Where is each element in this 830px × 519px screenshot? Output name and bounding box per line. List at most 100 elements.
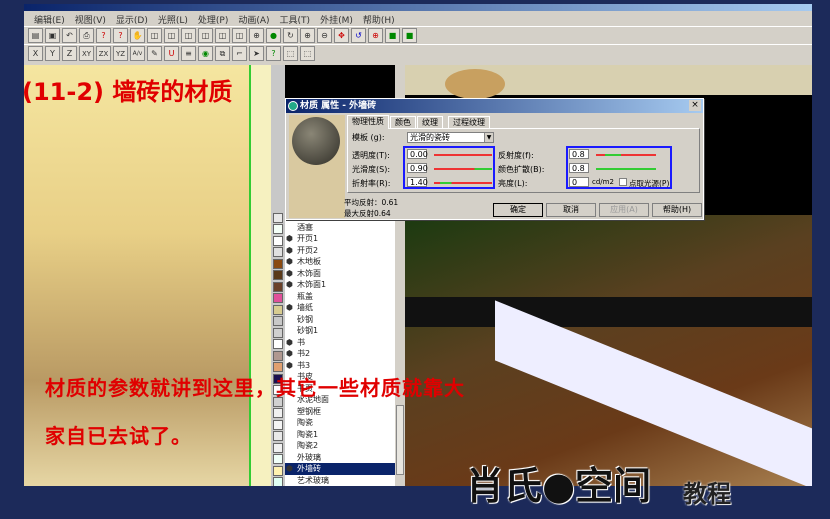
tab-physical[interactable]: 物理性质 [347, 115, 389, 129]
orbit-icon[interactable]: ↺ [351, 28, 366, 43]
plane-zx-button[interactable]: ZX [96, 46, 111, 61]
open-icon[interactable]: ▤ [28, 28, 43, 43]
select-window-icon[interactable]: ⬚ [300, 46, 315, 61]
pan-icon[interactable]: ✋ [130, 28, 145, 43]
material-list-item[interactable]: ⬢ 外墙砖 [285, 463, 395, 475]
axis-x-button[interactable]: X [28, 46, 43, 61]
tab-texture[interactable]: 纹理 [417, 116, 443, 128]
material-list-item[interactable]: ⬢ 木饰面1 [285, 279, 395, 291]
palette-icon[interactable]: ✎ [147, 46, 162, 61]
walk-icon[interactable]: ● [266, 28, 281, 43]
magnet-icon[interactable]: U [164, 46, 179, 61]
material-list-item[interactable]: 陶瓷 [285, 417, 395, 429]
material-list-item[interactable]: ⬢ 书3 [285, 360, 395, 372]
reflectance-label: 反射度(f): [498, 151, 534, 160]
reflectance-input[interactable]: 0.8 [569, 149, 589, 159]
print-icon[interactable]: ⎙ [79, 28, 94, 43]
material-list-item[interactable]: 陶瓷1 [285, 429, 395, 441]
menu-edit[interactable]: 编辑(E) [34, 13, 65, 26]
luminance-input[interactable]: 0 [569, 177, 589, 187]
menu-animation[interactable]: 动画(A) [238, 13, 269, 26]
material-list-item[interactable]: 艺术玻璃 [285, 475, 395, 487]
axis-y-button[interactable]: Y [45, 46, 60, 61]
select-window-icon[interactable]: ⬚ [283, 46, 298, 61]
view-cube-icon[interactable]: ◫ [164, 28, 179, 43]
axis-z-button[interactable]: Z [62, 46, 77, 61]
render-icon[interactable]: ■ [385, 28, 400, 43]
material-list-item[interactable]: ⬢ 木地板 [285, 256, 395, 268]
pick-light-checkbox[interactable] [619, 178, 627, 186]
refraction-slider[interactable] [434, 182, 492, 184]
menu-view[interactable]: 视图(V) [75, 13, 106, 26]
zoom-in-icon[interactable]: ⊕ [300, 28, 315, 43]
material-list-item[interactable]: ⬢ 墙纸 [285, 302, 395, 314]
material-name: 外墙砖 [297, 464, 321, 474]
material-list-item[interactable]: ⬢ 书 [285, 337, 395, 349]
color-bleed-input[interactable]: 0.8 [569, 163, 589, 173]
context-help-icon[interactable]: ? [113, 28, 128, 43]
help-icon[interactable]: ? [96, 28, 111, 43]
view-cube-icon[interactable]: ◫ [147, 28, 162, 43]
smoothness-input[interactable]: 0.90 [407, 163, 428, 173]
transparency-slider[interactable] [434, 154, 492, 156]
menu-process[interactable]: 处理(P) [198, 13, 228, 26]
close-button[interactable]: × [689, 100, 701, 111]
save-icon[interactable]: ▣ [45, 28, 60, 43]
menu-tools[interactable]: 工具(T) [280, 13, 311, 26]
view-cube-icon[interactable]: ◫ [198, 28, 213, 43]
cancel-button[interactable]: 取消 [546, 203, 596, 217]
tab-procedural-texture[interactable]: 过程纹理 [448, 116, 490, 128]
move-icon[interactable]: ✥ [334, 28, 349, 43]
color-bleed-slider[interactable] [596, 168, 656, 170]
help-button[interactable]: 帮助(H) [652, 203, 702, 217]
layers-icon[interactable]: ≡ [181, 46, 196, 61]
material-list-item[interactable]: 外玻璃 [285, 452, 395, 464]
paint-icon[interactable]: ⌐ [232, 46, 247, 61]
menu-display[interactable]: 显示(D) [116, 13, 148, 26]
copy-icon[interactable]: ⧉ [215, 46, 230, 61]
template-select[interactable]: 光滑的瓷砖 ▼ [407, 132, 494, 143]
refraction-input[interactable]: 1.40 [407, 177, 428, 187]
menu-plugins[interactable]: 外挂(M) [320, 13, 353, 26]
select-help-icon[interactable]: ? [266, 46, 281, 61]
material-swatch [273, 327, 283, 338]
material-list-item[interactable]: ⬢ 开页1 [285, 233, 395, 245]
view-cube-icon[interactable]: ◫ [181, 28, 196, 43]
zoom-extents-icon[interactable]: ⊕ [368, 28, 383, 43]
plane-yz-button[interactable]: YZ [113, 46, 128, 61]
view-cube-icon[interactable]: ◫ [232, 28, 247, 43]
apply-button[interactable]: 应用(A) [599, 203, 649, 217]
template-value: 光滑的瓷砖 [410, 133, 450, 142]
material-list-item[interactable]: ⬢ 书2 [285, 348, 395, 360]
select-arrow-icon[interactable]: ➤ [249, 46, 264, 61]
render-icon[interactable]: ■ [402, 28, 417, 43]
side-panel [249, 65, 271, 486]
zoom-window-icon[interactable]: ⊕ [249, 28, 264, 43]
auto-axis-button[interactable]: A/v [130, 46, 145, 61]
material-list-item[interactable]: 瓶盖 [285, 291, 395, 303]
material-swatch [273, 442, 283, 453]
material-cube-icon: ⬢ [286, 464, 293, 474]
tab-color[interactable]: 颜色 [390, 116, 416, 128]
transparency-input[interactable]: 0.00 [407, 149, 428, 159]
material-swatch [273, 247, 283, 257]
rotate-icon[interactable]: ↻ [283, 28, 298, 43]
material-list-item[interactable]: 砂钢 [285, 314, 395, 326]
material-list-item[interactable]: ⬢ 木饰面 [285, 268, 395, 280]
zoom-out-icon[interactable]: ⊖ [317, 28, 332, 43]
globe-icon[interactable]: ◉ [198, 46, 213, 61]
material-list[interactable]: 镜子酒塞⬢开页1⬢开页2⬢木地板⬢木饰面⬢木饰面1瓶盖⬢墙纸砂钢砂钢1⬢书⬢书2… [285, 210, 395, 486]
ok-button[interactable]: 确定 [493, 203, 543, 217]
material-list-item[interactable]: ⬢ 开页2 [285, 245, 395, 257]
smoothness-slider[interactable] [434, 168, 492, 170]
menu-light[interactable]: 光照(L) [158, 13, 188, 26]
plane-xy-button[interactable]: XY [79, 46, 94, 61]
reflectance-slider[interactable] [596, 154, 656, 156]
material-list-item[interactable]: 陶瓷2 [285, 440, 395, 452]
material-list-item[interactable]: 酒塞 [285, 222, 395, 234]
undo-icon[interactable]: ↶ [62, 28, 77, 43]
view-cube-icon[interactable]: ◫ [215, 28, 230, 43]
material-list-item[interactable]: 塑钢框 [285, 406, 395, 418]
menu-help[interactable]: 帮助(H) [363, 13, 395, 26]
material-list-item[interactable]: 砂钢1 [285, 325, 395, 337]
